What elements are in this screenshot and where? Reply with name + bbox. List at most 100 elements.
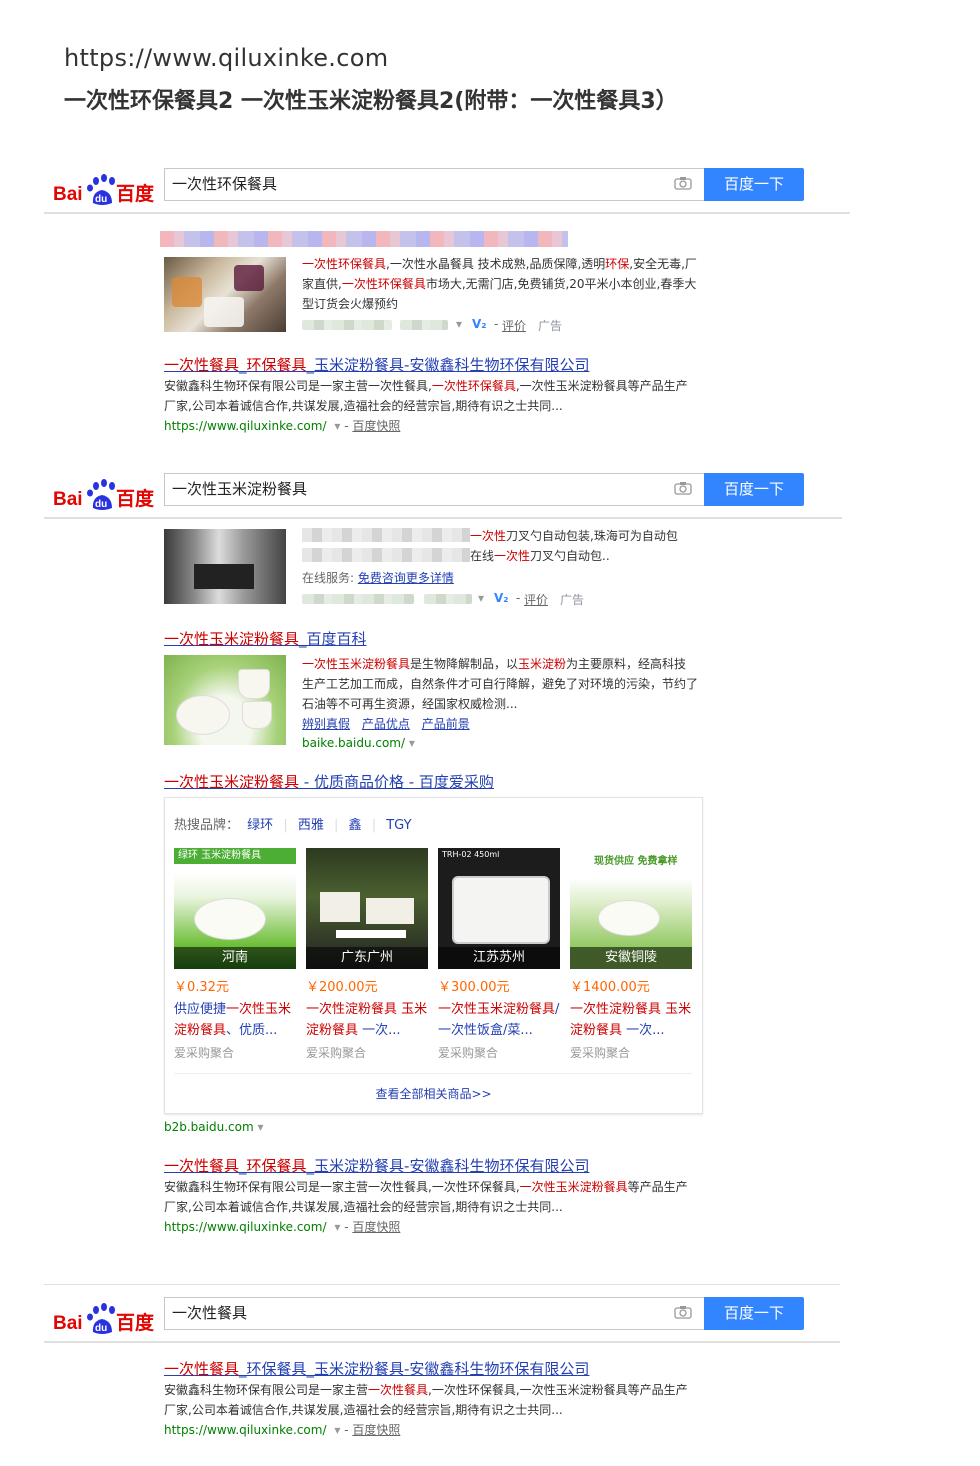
result-url[interactable]: baike.baidu.com/ xyxy=(302,736,405,750)
site-url: https://www.qiluxinke.com xyxy=(64,44,389,72)
ad-url-blurred[interactable] xyxy=(302,320,392,330)
baike-meta: baike.baidu.com/ ▾ xyxy=(302,736,415,750)
caret-down-icon[interactable]: ▾ xyxy=(334,1423,340,1437)
cache-link[interactable]: 百度快照 xyxy=(352,419,400,433)
ad-text-blurred xyxy=(302,528,470,542)
search-input[interactable]: 一次性餐具 xyxy=(164,1297,711,1330)
product-desc[interactable]: 一次性玉米淀粉餐具/一次性饭盒/菜... xyxy=(438,999,560,1041)
service-link[interactable]: 免费咨询更多详情 xyxy=(358,571,454,585)
baike-link-2[interactable]: 产品优点 xyxy=(362,717,410,731)
result-title-3[interactable]: 一次性餐具_环保餐具_玉米淀粉餐具-安徽鑫科生物环保有限公司 xyxy=(164,1358,589,1379)
see-all-link[interactable]: 查看全部相关商品>> xyxy=(165,1085,702,1102)
review-link[interactable]: 评价 xyxy=(524,591,548,608)
svg-text:百度: 百度 xyxy=(116,182,155,205)
v-badge: V₂ xyxy=(472,317,487,331)
search-button[interactable]: 百度一下 xyxy=(704,473,804,506)
svg-text:百度: 百度 xyxy=(116,487,155,510)
product-location: 江苏苏州 xyxy=(438,947,560,969)
result-snippet-1: 安徽鑫科生物环保有限公司是一家主营一次性餐具,一次性环保餐具,一次性玉米淀粉餐具… xyxy=(164,379,688,413)
product-image[interactable]: 现货供应 免费拿样 安徽铜陵 xyxy=(570,848,692,969)
caret-down-icon[interactable]: ▾ xyxy=(334,419,340,433)
brand-row: 热搜品牌： 绿环 | 西雅 | 鑫 | TGY xyxy=(174,818,412,833)
baike-link-3[interactable]: 产品前景 xyxy=(422,717,470,731)
review-link[interactable]: 评价 xyxy=(502,317,526,334)
search-button[interactable]: 百度一下 xyxy=(704,1297,804,1330)
result-url[interactable]: https://www.qiluxinke.com/ xyxy=(164,1423,327,1437)
search-button[interactable]: 百度一下 xyxy=(704,168,804,201)
brand-link-2[interactable]: 西雅 xyxy=(298,818,324,833)
product-source: 爱采购聚合 xyxy=(570,1046,631,1060)
svg-text:Bai: Bai xyxy=(53,184,83,205)
result-title-b2b[interactable]: 一次性玉米淀粉餐具 - 优质商品价格 - 百度爱采购 xyxy=(164,771,494,792)
ad2-line2: 在线一次性刀叉勺自动包.. xyxy=(470,549,610,563)
page-title: 一次性环保餐具2 一次性玉米淀粉餐具2(附带：一次性餐具3） xyxy=(64,89,678,114)
product-item-1[interactable]: 绿环 玉米淀粉餐具 河南 ￥0.32元 供应便捷一次性玉米淀粉餐具、优质... … xyxy=(174,848,296,1061)
ad-label: 广告 xyxy=(538,319,563,333)
svg-text:du: du xyxy=(95,499,107,510)
camera-icon[interactable] xyxy=(674,1305,692,1319)
result-title-1[interactable]: 一次性餐具_环保餐具_玉米淀粉餐具-安徽鑫科生物环保有限公司 xyxy=(164,354,589,375)
result-url[interactable]: https://www.qiluxinke.com/ xyxy=(164,1220,327,1234)
caret-down-icon[interactable]: ▾ xyxy=(478,591,484,605)
search-input[interactable]: 一次性玉米淀粉餐具 xyxy=(164,473,711,506)
product-item-3[interactable]: TRH-02 450ml 江苏苏州 ￥300.00元 一次性玉米淀粉餐具/一次性… xyxy=(438,848,560,1061)
caret-down-icon[interactable]: ▾ xyxy=(456,317,462,331)
product-desc[interactable]: 一次性淀粉餐具 玉米淀粉餐具 一次... xyxy=(570,999,692,1041)
svg-text:Bai: Bai xyxy=(53,1313,83,1334)
cache-link[interactable]: 百度快照 xyxy=(352,1423,400,1437)
divider xyxy=(44,1284,840,1285)
result-url[interactable]: https://www.qiluxinke.com/ xyxy=(164,419,327,433)
result-meta-3: https://www.qiluxinke.com/ ▾ - 百度快照 xyxy=(164,1423,401,1437)
brand-link-3[interactable]: 鑫 xyxy=(349,818,362,833)
cache-link[interactable]: 百度快照 xyxy=(352,1220,400,1234)
search-bar-2: Bai du 百度 一次性玉米淀粉餐具 百度一下 xyxy=(44,473,842,521)
divider xyxy=(174,1073,692,1074)
baike-image[interactable] xyxy=(164,655,286,745)
ad-title-blurred[interactable] xyxy=(160,231,568,247)
product-desc[interactable]: 供应便捷一次性玉米淀粉餐具、优质... xyxy=(174,999,296,1041)
separator: - xyxy=(516,591,521,605)
ad-snippet: 一次性环保餐具,一次性水晶餐具 技术成熟,品质保障,透明环保,安全无毒,厂家直供… xyxy=(302,257,697,311)
result-title-2[interactable]: 一次性餐具_环保餐具_玉米淀粉餐具-安徽鑫科生物环保有限公司 xyxy=(164,1155,589,1176)
result-snippet-3: 安徽鑫科生物环保有限公司是一家主营一次性餐具,一次性环保餐具,一次性玉米淀粉餐具… xyxy=(164,1383,688,1417)
product-price: ￥200.00元 xyxy=(306,980,378,995)
baike-link-1[interactable]: 辨别真假 xyxy=(302,717,350,731)
ad-url-blurred[interactable] xyxy=(302,594,414,604)
ad2-line1: 一次性刀叉勺自动包装,珠海可为自动包 xyxy=(470,529,678,543)
camera-icon[interactable] xyxy=(674,176,692,190)
result-url[interactable]: b2b.baidu.com xyxy=(164,1120,254,1134)
product-item-2[interactable]: 广东广州 ￥200.00元 一次性淀粉餐具 玉米淀粉餐具 一次... 爱采购聚合 xyxy=(306,848,428,1061)
baidu-logo[interactable]: Bai du 百度 xyxy=(52,1302,162,1338)
brand-link-4[interactable]: TGY xyxy=(386,818,411,833)
product-desc[interactable]: 一次性淀粉餐具 玉米淀粉餐具 一次... xyxy=(306,999,428,1041)
ad-url-blurred-2 xyxy=(424,594,472,604)
result-title-baike[interactable]: 一次性玉米淀粉餐具_百度百科 xyxy=(164,628,367,649)
ad2-meta: ▾ V₂ - 评价 广告 xyxy=(302,591,622,607)
product-source: 爱采购聚合 xyxy=(174,1046,235,1060)
result-meta-2: https://www.qiluxinke.com/ ▾ - 百度快照 xyxy=(164,1220,401,1234)
product-image[interactable]: 绿环 玉米淀粉餐具 河南 xyxy=(174,848,296,969)
product-source: 爱采购聚合 xyxy=(438,1046,499,1060)
caret-down-icon[interactable]: ▾ xyxy=(409,736,415,750)
search-input[interactable]: 一次性环保餐具 xyxy=(164,168,711,201)
baidu-logo[interactable]: Bai du 百度 xyxy=(52,173,162,209)
search-bar-1: Bai du 百度 一次性环保餐具 百度一下 xyxy=(44,168,850,216)
caret-down-icon[interactable]: ▾ xyxy=(334,1220,340,1234)
ad-meta: ▾ V₂ - 评价 广告 xyxy=(302,317,602,333)
v-badge: V₂ xyxy=(494,591,509,605)
baike-snippet: 一次性玉米淀粉餐具是生物降解制品，以玉米淀粉为主要原料，经高科技生产工艺加工而成… xyxy=(302,657,699,711)
product-item-4[interactable]: 现货供应 免费拿样 安徽铜陵 ￥1400.00元 一次性淀粉餐具 玉米淀粉餐具 … xyxy=(570,848,692,1061)
svg-text:du: du xyxy=(95,1323,107,1334)
product-source: 爱采购聚合 xyxy=(306,1046,367,1060)
ad-image[interactable] xyxy=(164,257,286,332)
camera-icon[interactable] xyxy=(674,481,692,495)
ad-image[interactable] xyxy=(164,529,286,604)
product-location: 广东广州 xyxy=(306,947,428,969)
product-image[interactable]: 广东广州 xyxy=(306,848,428,969)
product-location: 安徽铜陵 xyxy=(570,947,692,969)
product-image[interactable]: TRH-02 450ml 江苏苏州 xyxy=(438,848,560,969)
baidu-logo[interactable]: Bai du 百度 xyxy=(52,478,162,514)
brand-link-1[interactable]: 绿环 xyxy=(247,818,273,833)
product-price: ￥1400.00元 xyxy=(570,980,650,995)
caret-down-icon[interactable]: ▾ xyxy=(257,1120,263,1134)
